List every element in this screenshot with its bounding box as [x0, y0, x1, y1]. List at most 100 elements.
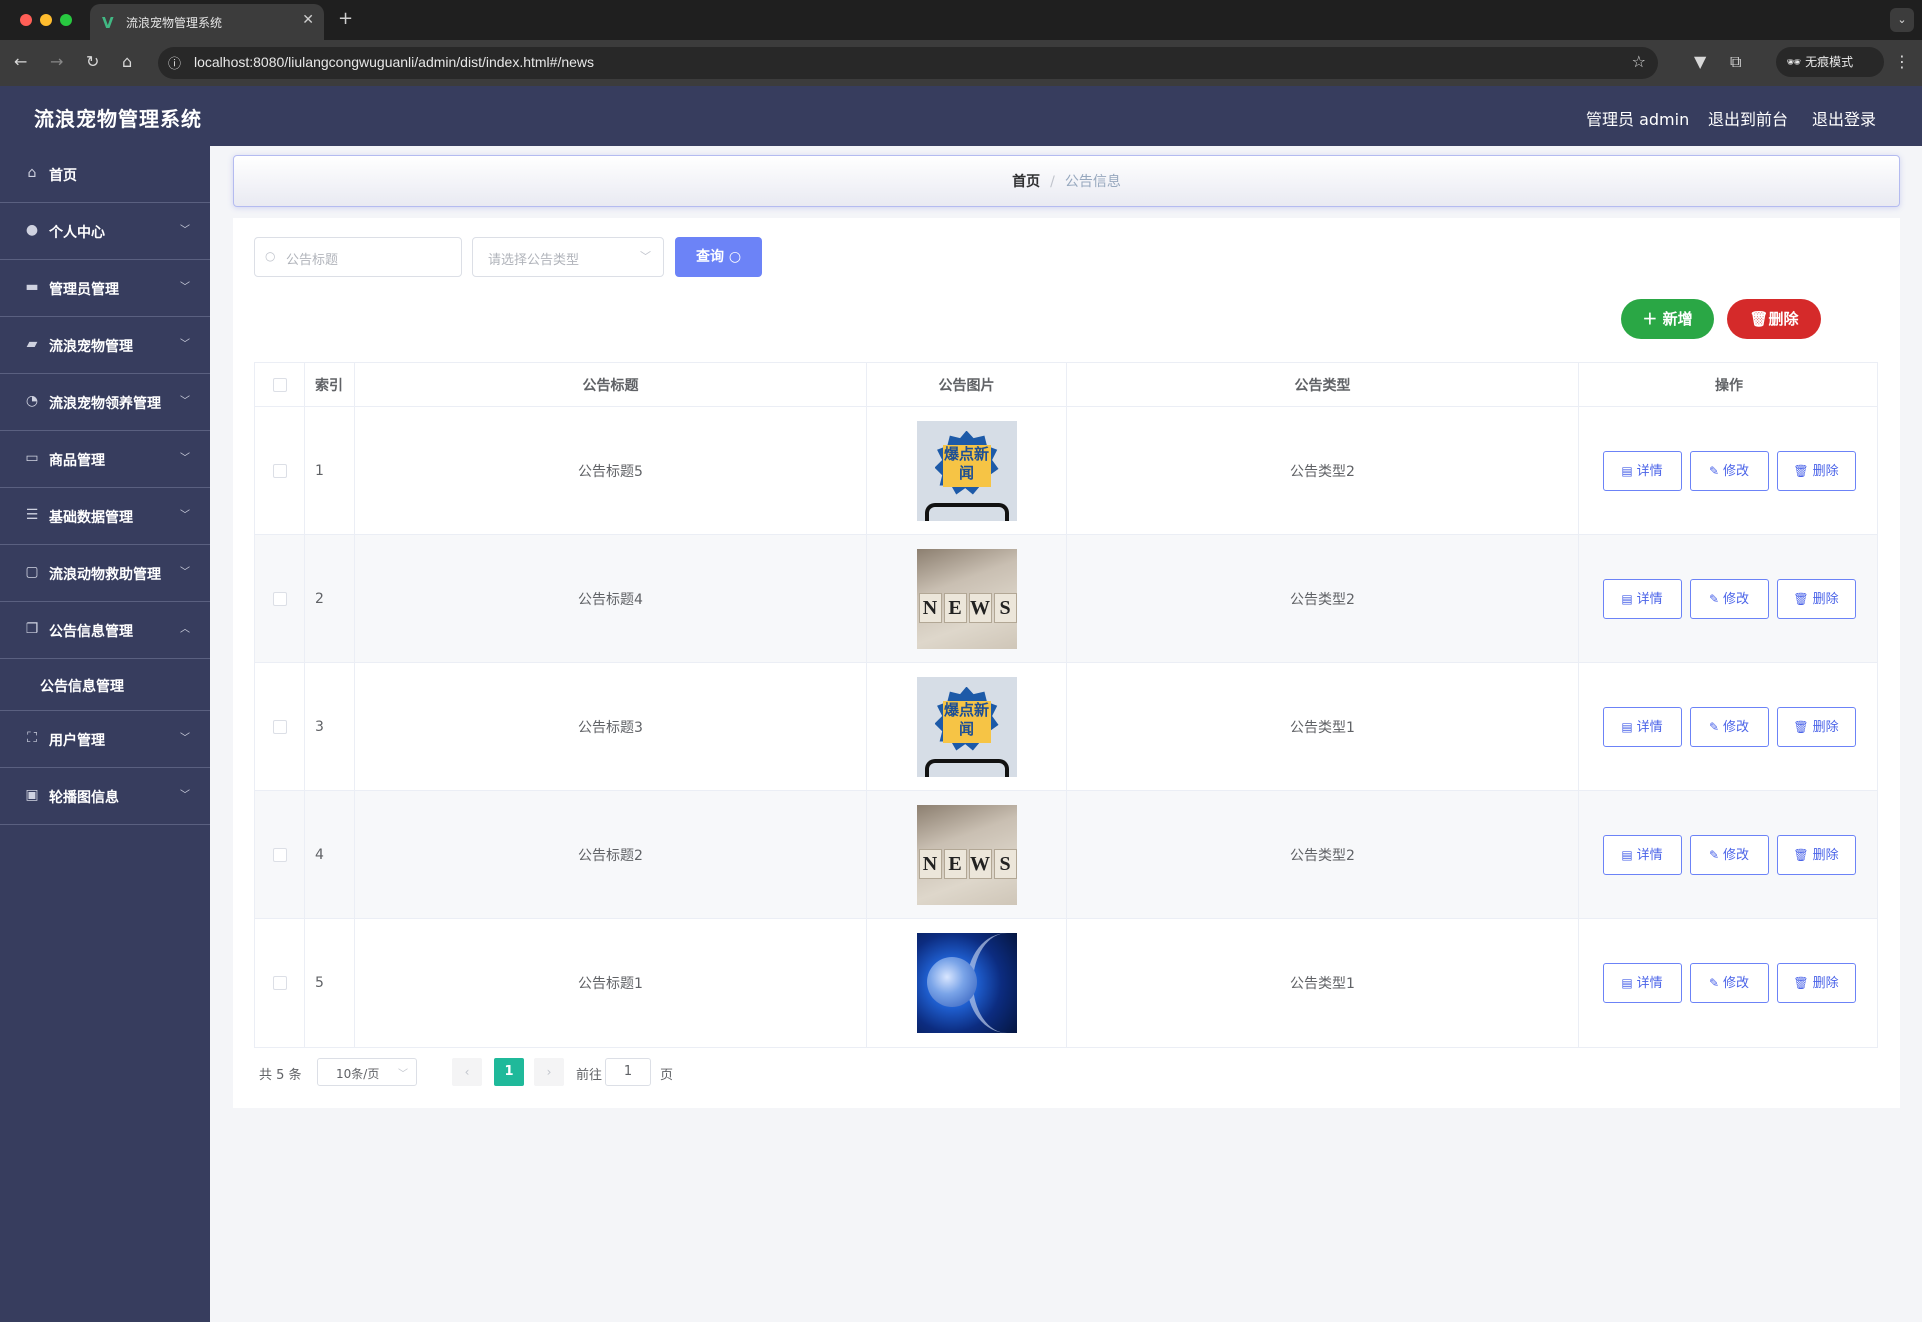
thumbnail-text: 爆点新闻: [942, 700, 991, 743]
phone-shape: [924, 758, 1009, 777]
close-window-button[interactable]: [20, 14, 32, 26]
sidebar-item-label: 用户管理: [49, 733, 105, 749]
notice-table: 索引 公告标题 公告图片 公告类型 操作 1 公告标题5 爆点新闻 公告类型2 …: [254, 362, 1878, 1048]
row-title: 公告标题2: [355, 791, 867, 918]
notice-thumbnail[interactable]: N E W S: [916, 804, 1017, 905]
trash-icon: 🗑: [1749, 310, 1769, 328]
sidebar-item-adoption[interactable]: ◔ 流浪宠物领养管理 ﹀: [0, 374, 210, 431]
sidebar-item-label: 流浪宠物领养管理: [49, 396, 161, 412]
logout-link[interactable]: 退出登录: [1812, 106, 1876, 130]
delete-label: 删除: [1812, 847, 1839, 863]
sidebar-item-personal[interactable]: ● 个人中心 ﹀: [0, 203, 210, 260]
delete-button[interactable]: 🗑 删除: [1776, 963, 1856, 1003]
query-button[interactable]: 查询 ○: [675, 237, 762, 277]
sidebar-item-goods[interactable]: ▭ 商品管理 ﹀: [0, 431, 210, 488]
edit-button[interactable]: ✎ 修改: [1689, 963, 1769, 1003]
vue-devtools-icon[interactable]: ▼: [1694, 52, 1706, 71]
row-checkbox[interactable]: [272, 847, 287, 862]
notice-thumbnail[interactable]: N E W S: [916, 548, 1017, 649]
extensions-icon[interactable]: ⧉: [1730, 52, 1741, 72]
row-type: 公告类型1: [1067, 663, 1579, 790]
add-button[interactable]: ＋ 新增: [1621, 299, 1714, 339]
sidebar-item-notices[interactable]: ❐ 公告信息管理 ︿: [0, 602, 210, 659]
forward-icon[interactable]: →: [50, 52, 63, 71]
select-placeholder: 请选择公告类型: [488, 253, 580, 268]
breadcrumb-separator: /: [1050, 174, 1055, 190]
notice-thumbnail[interactable]: 爆点新闻: [916, 420, 1017, 521]
page-size-select[interactable]: 10条/页 ﹀: [317, 1058, 417, 1086]
edit-button[interactable]: ✎ 修改: [1689, 578, 1769, 619]
sidebar-item-rescue[interactable]: ▢ 流浪动物救助管理 ﹀: [0, 545, 210, 602]
row-checkbox[interactable]: [272, 719, 287, 734]
edit-button[interactable]: ✎ 修改: [1689, 450, 1769, 491]
document-icon: ▤: [1621, 719, 1633, 734]
prev-page-button[interactable]: ‹: [452, 1058, 482, 1086]
home-icon[interactable]: ⌂: [122, 52, 132, 71]
detail-button[interactable]: ▤ 详情: [1602, 963, 1682, 1003]
breadcrumb: 首页 / 公告信息: [233, 155, 1900, 207]
breadcrumb-home[interactable]: 首页: [1012, 174, 1040, 190]
incognito-label: 无痕模式: [1805, 55, 1854, 69]
next-page-button[interactable]: ›: [534, 1058, 564, 1086]
pagination-total: 共 5 条: [259, 1068, 302, 1083]
row-checkbox-cell: [255, 535, 305, 662]
new-tab-icon[interactable]: +: [338, 8, 353, 29]
url-field[interactable]: ⓘ localhost:8080/liulangcongwuguanli/adm…: [158, 47, 1658, 79]
select-all-checkbox[interactable]: [272, 377, 287, 392]
page-number-current[interactable]: 1: [494, 1058, 524, 1086]
delete-label: 删除: [1812, 463, 1839, 479]
row-checkbox-cell: [255, 791, 305, 918]
tab-search-icon[interactable]: ⌄: [1890, 8, 1914, 32]
back-icon[interactable]: ←: [14, 52, 27, 71]
row-checkbox[interactable]: [272, 976, 287, 990]
notice-thumbnail[interactable]: 爆点新闻: [916, 676, 1017, 777]
bookmark-star-icon[interactable]: ☆: [1632, 52, 1646, 71]
delete-button[interactable]: 🗑 删除: [1776, 578, 1856, 619]
row-checkbox[interactable]: [272, 463, 287, 478]
table-row: 5 公告标题1 公告类型1 ▤ 详情 ✎ 修改 🗑 删除: [255, 919, 1877, 1047]
chevron-down-icon: ﹀: [398, 1069, 408, 1080]
close-tab-icon[interactable]: ✕: [302, 12, 314, 28]
incognito-badge[interactable]: 🕶 无痕模式: [1776, 47, 1884, 77]
sidebar-item-pets[interactable]: ▰ 流浪宠物管理 ﹀: [0, 317, 210, 374]
browser-menu-icon[interactable]: ⋮: [1894, 52, 1910, 71]
header-index: 索引: [305, 363, 355, 406]
delete-button[interactable]: 🗑 删除: [1776, 706, 1856, 747]
back-to-front-link[interactable]: 退出到前台: [1708, 106, 1788, 130]
edit-button[interactable]: ✎ 修改: [1689, 834, 1769, 875]
sidebar-item-admins[interactable]: ▬ 管理员管理 ﹀: [0, 260, 210, 317]
detail-button[interactable]: ▤ 详情: [1602, 578, 1682, 619]
row-checkbox[interactable]: [272, 591, 287, 606]
row-checkbox-cell: [255, 919, 305, 1047]
batch-delete-button[interactable]: 🗑删除: [1727, 299, 1821, 339]
detail-button[interactable]: ▤ 详情: [1602, 706, 1682, 747]
detail-button[interactable]: ▤ 详情: [1602, 834, 1682, 875]
minimize-window-button[interactable]: [40, 14, 52, 26]
maximize-window-button[interactable]: [60, 14, 72, 26]
main-content: ○ 公告标题 请选择公告类型 ﹀ 查询 ○ ＋ 新增 🗑删除 索引 公告标题 公…: [233, 218, 1900, 1108]
sidebar-item-users[interactable]: ⛶ 用户管理 ﹀: [0, 711, 210, 768]
sidebar-item-home[interactable]: ⌂ 首页: [0, 146, 210, 203]
header-operations: 操作: [1715, 377, 1743, 394]
row-type: 公告类型2: [1067, 407, 1579, 534]
detail-button[interactable]: ▤ 详情: [1602, 450, 1682, 491]
row-image-cell: N E W S: [867, 535, 1067, 662]
row-index: 5: [305, 919, 355, 1047]
sidebar-item-basic-data[interactable]: ☰ 基础数据管理 ﹀: [0, 488, 210, 545]
notice-thumbnail[interactable]: [916, 933, 1017, 1033]
search-icon: ○: [265, 249, 276, 263]
notice-type-select[interactable]: 请选择公告类型 ﹀: [472, 237, 664, 277]
chevron-down-icon: ﹀: [180, 510, 190, 521]
delete-button[interactable]: 🗑 删除: [1776, 450, 1856, 491]
reload-icon[interactable]: ↻: [86, 52, 99, 71]
edit-button[interactable]: ✎ 修改: [1689, 706, 1769, 747]
edit-label: 修改: [1723, 463, 1750, 479]
delete-label: 删除: [1812, 976, 1839, 991]
delete-button[interactable]: 🗑 删除: [1776, 834, 1856, 875]
sidebar-item-carousel[interactable]: ▣ 轮播图信息 ﹀: [0, 768, 210, 825]
site-info-icon[interactable]: ⓘ: [168, 53, 181, 72]
sidebar-subitem-notices[interactable]: 公告信息管理: [0, 659, 210, 711]
notice-title-search-input[interactable]: ○ 公告标题: [254, 237, 462, 277]
browser-tab[interactable]: V 流浪宠物管理系统 ✕: [90, 4, 324, 40]
goto-page-input[interactable]: 1: [605, 1058, 651, 1086]
